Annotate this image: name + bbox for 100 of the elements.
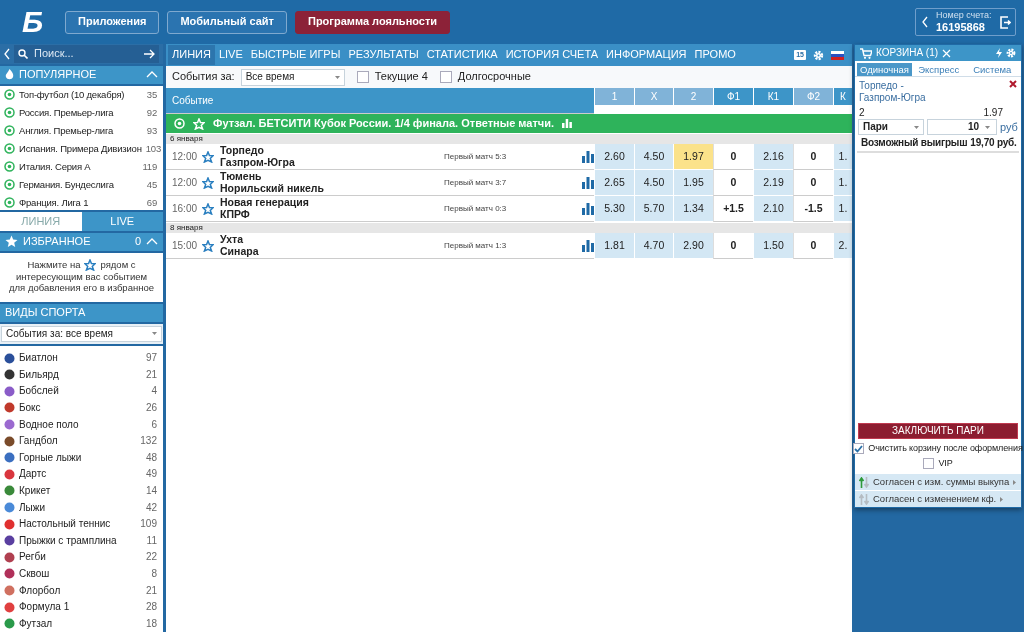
odds-cell[interactable]: 2.16 — [753, 144, 793, 170]
nav-tab[interactable]: LIVE — [214, 45, 247, 65]
nav-tab[interactable]: БЫСТРЫЕ ИГРЫ — [246, 45, 345, 65]
sport-name: Регби — [19, 551, 46, 564]
event-count: 11 — [146, 534, 157, 547]
team-name[interactable]: Тюмень — [220, 170, 324, 183]
league-item[interactable]: Германия. Бундеслига 45 — [0, 175, 163, 194]
odds-cell[interactable]: 4.50 — [634, 170, 673, 196]
coupon-tab[interactable]: Экспресс — [912, 63, 966, 77]
event-count: 21 — [145, 584, 157, 597]
league-item[interactable]: Италия. Серия А 119 — [0, 157, 163, 176]
bet-odds: 1.97 — [983, 107, 1003, 120]
nav-tab[interactable]: ИСТОРИЯ СЧЕТА — [501, 45, 603, 65]
odds-cell[interactable]: -1.5 — [793, 196, 833, 222]
team-name[interactable]: Газпром-Югра — [220, 156, 295, 169]
sport-name: Футзал — [19, 617, 53, 630]
nav-tab[interactable]: СТАТИСТИКА — [422, 45, 502, 65]
odds-cell[interactable]: 1.50 — [753, 233, 793, 259]
odds-cell[interactable]: 1.81 — [594, 233, 634, 259]
sport-item[interactable]: Футзал 18 — [0, 615, 163, 632]
league-item[interactable]: Испания. Примера Дивизион 103 — [0, 139, 163, 158]
league-item[interactable]: Россия. Премьер-лига 92 — [0, 103, 163, 122]
agreement-option[interactable]: Согласен с изм. суммы выкупа — [855, 474, 1021, 490]
odds-cell[interactable]: 4.70 — [634, 233, 673, 259]
column-header: Событие — [166, 88, 594, 114]
checkbox-label: VIP — [938, 458, 953, 469]
odds-cell[interactable]: 4.50 — [634, 144, 673, 170]
period-dropdown[interactable]: Все время — [240, 68, 345, 86]
team-name[interactable]: Ухта — [220, 233, 259, 246]
nav-tab[interactable]: РЕЗУЛЬТАТЫ — [344, 45, 423, 65]
odds-cell[interactable]: 2.10 — [753, 196, 793, 222]
sport-item[interactable]: Бобслей 4 — [0, 383, 163, 400]
odds-cell[interactable]: +1.5 — [713, 196, 753, 222]
odds-cell[interactable]: 0 — [793, 144, 833, 170]
coupon-tab[interactable]: Система — [965, 63, 1019, 77]
sport-item[interactable]: Лыжи 42 — [0, 499, 163, 516]
sport-item[interactable]: Дартс 49 — [0, 466, 163, 483]
odds-cell[interactable]: 5.70 — [634, 196, 673, 222]
odds-cell[interactable]: 1. — [833, 196, 852, 222]
odds-cell[interactable]: 0 — [713, 233, 753, 259]
stake-field[interactable]: 10 — [927, 119, 997, 136]
bet-type-dropdown[interactable]: Пари — [858, 119, 924, 136]
odds-cell[interactable]: 1. — [833, 170, 852, 196]
nav-tab[interactable]: ИНФОРМАЦИЯ — [602, 45, 691, 65]
hint-text: Нажмите на — [27, 258, 81, 271]
sport-item[interactable]: Настольный теннис 109 — [0, 515, 163, 533]
agreement-option[interactable]: Согласен с изменением кф. — [855, 491, 1021, 507]
stake-value: 10 — [967, 121, 979, 134]
odds-cell[interactable]: 2.65 — [594, 170, 634, 196]
sport-item[interactable]: Регби 22 — [0, 549, 163, 566]
sport-item[interactable]: Водное поло 6 — [0, 416, 163, 433]
logo[interactable]: Б — [22, 7, 52, 37]
odds-cell[interactable]: 0 — [793, 233, 833, 259]
event-count: 93 — [146, 124, 157, 137]
header-button[interactable]: Приложения — [65, 10, 160, 34]
odds-cell[interactable]: 1. — [833, 144, 852, 170]
odds-cell[interactable]: 0 — [793, 170, 833, 196]
odds-cell[interactable]: 2. — [833, 233, 852, 259]
sport-item[interactable]: Гандбол 132 — [0, 432, 163, 450]
team-name[interactable]: КПРФ — [220, 208, 309, 221]
odds-cell[interactable]: 2.90 — [673, 233, 713, 259]
odds-cell[interactable]: 1.97 — [673, 144, 713, 170]
odds-cell[interactable]: 1.34 — [673, 196, 713, 222]
header-button[interactable]: Программа лояльности — [295, 10, 451, 34]
sport-item[interactable]: Горные лыжи 48 — [0, 449, 163, 467]
league-item[interactable]: Англия. Премьер-лига 93 — [0, 121, 163, 140]
league-name: Германия. Бундеслига — [19, 178, 114, 191]
team-name[interactable]: Новая генерация — [220, 196, 309, 209]
sport-item[interactable]: Флорбол 21 — [0, 582, 163, 599]
team-name[interactable]: Синара — [220, 245, 259, 258]
sport-item[interactable]: Прыжки с трамплина 11 — [0, 532, 163, 550]
sport-item[interactable]: Биатлон 97 — [0, 349, 163, 367]
sport-item[interactable]: Крикет 14 — [0, 482, 163, 500]
header-button[interactable]: Мобильный сайт — [167, 10, 287, 34]
odds-cell[interactable]: 1.95 — [673, 170, 713, 196]
nav-tab[interactable]: ЛИНИЯ — [168, 45, 215, 65]
league-item[interactable]: Топ-футбол (10 декабря) 35 — [0, 85, 163, 104]
sport-item[interactable]: Формула 1 28 — [0, 598, 163, 616]
sport-item[interactable]: Бокс 26 — [0, 399, 163, 417]
event-count: 26 — [145, 402, 157, 414]
submit-button[interactable]: ЗАКЛЮЧИТЬ ПАРИ — [858, 423, 1018, 439]
search-field[interactable]: Поиск... — [14, 44, 159, 63]
league-item[interactable]: Франция. Лига 1 69 — [0, 193, 163, 211]
league-name: Россия. Премьер-лига — [19, 106, 114, 119]
team-name[interactable]: Норильский никель — [220, 182, 324, 195]
odds-cell[interactable]: 2.60 — [594, 144, 634, 170]
sport-item[interactable]: Сквош 8 — [0, 565, 163, 583]
odds-cell[interactable]: 0 — [713, 170, 753, 196]
period-dropdown[interactable]: События за: все время — [1, 325, 162, 342]
odds-cell[interactable]: 0 — [713, 144, 753, 170]
odds-cell[interactable]: 2.19 — [753, 170, 793, 196]
sport-name: Формула 1 — [19, 601, 70, 614]
section-title: ИЗБРАННОЕ — [23, 235, 91, 249]
sport-item[interactable]: Бильярд 21 — [0, 366, 163, 384]
match-time: 15:00 — [172, 239, 196, 252]
nav-tab[interactable]: ПРОМО — [690, 45, 740, 65]
event-count: 14 — [145, 484, 157, 497]
team-name[interactable]: Торпедо — [220, 144, 295, 157]
odds-cell[interactable]: 5.30 — [594, 196, 634, 222]
match-note: Первый матч 3:7 — [444, 177, 508, 188]
